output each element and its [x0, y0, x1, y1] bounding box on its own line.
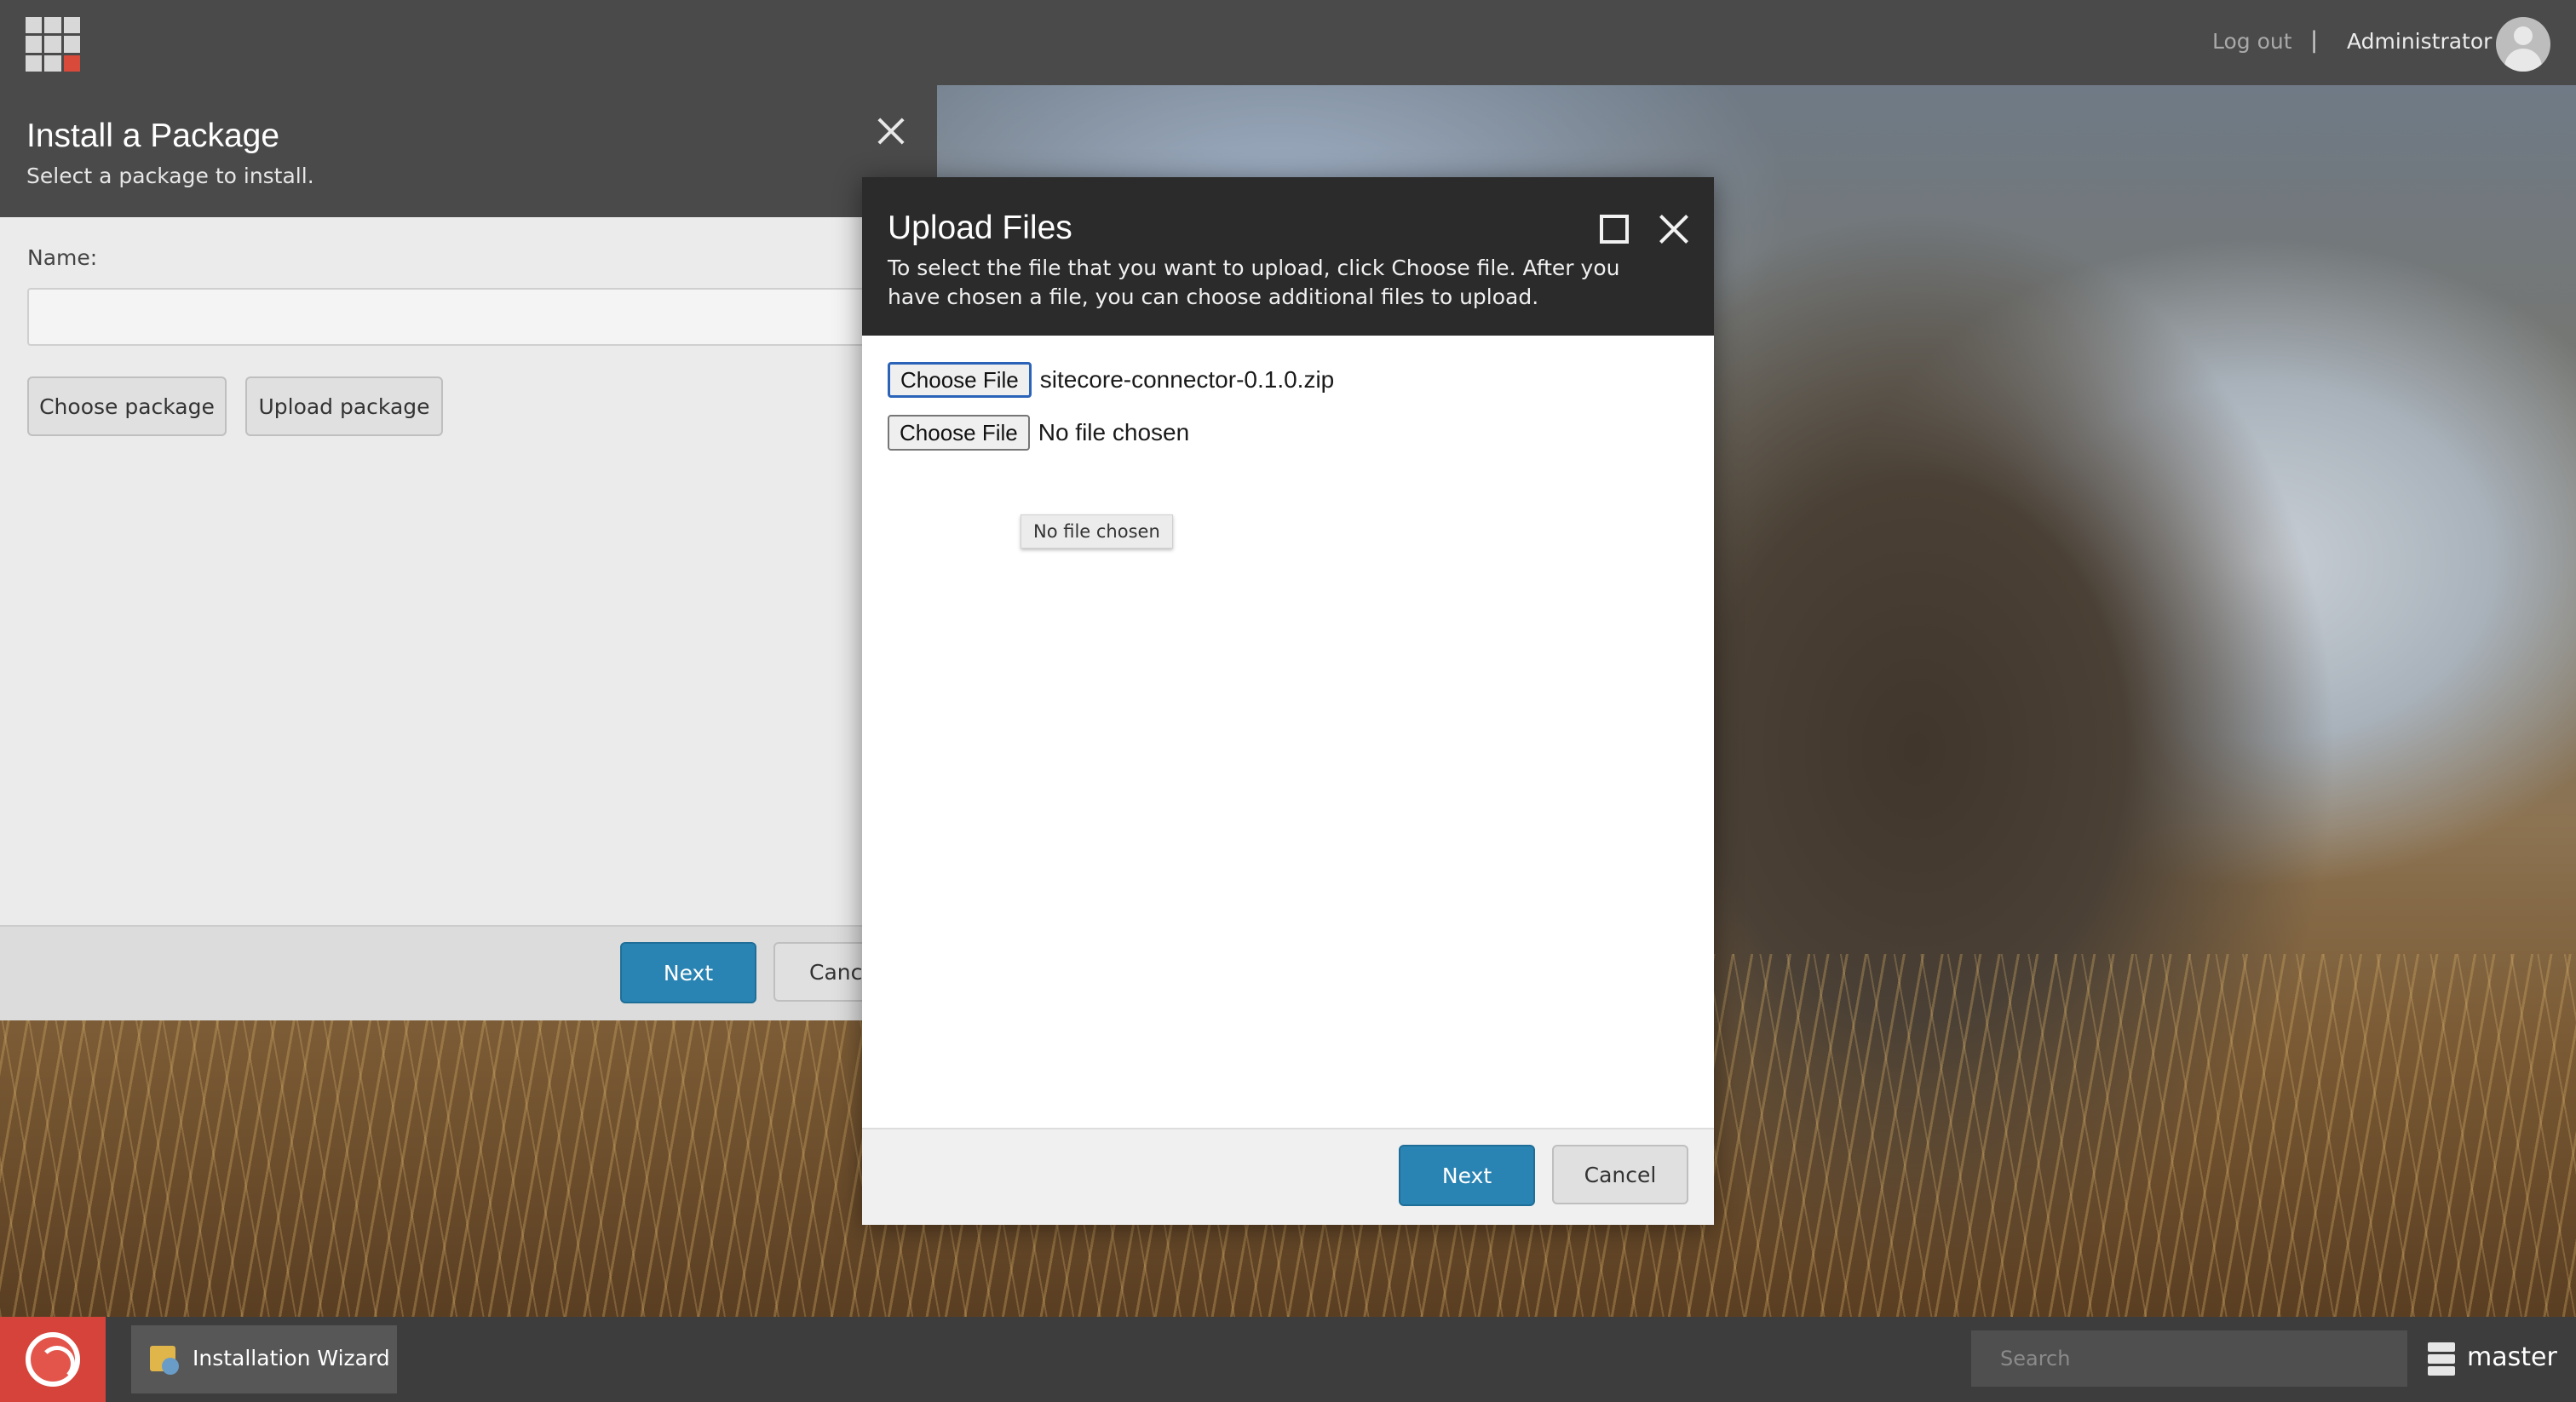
search-input[interactable]: Search — [1971, 1330, 2407, 1387]
top-bar: Log out | Administrator — [0, 0, 2576, 85]
taskbar: Installation Wizard Search master — [0, 1317, 2576, 1402]
upload-dialog-title: Upload Files — [888, 210, 1072, 246]
logout-link[interactable]: Log out — [2212, 29, 2292, 54]
upload-files-dialog: Upload Files To select the file that you… — [862, 177, 1714, 1225]
choose-file-button[interactable]: Choose File — [888, 362, 1032, 398]
install-dialog-header: Install a Package Select a package to in… — [0, 85, 937, 217]
install-dialog-title: Install a Package — [26, 118, 280, 154]
upload-dialog-description: To select the file that you want to uplo… — [888, 256, 1620, 309]
topbar-separator: | — [2310, 27, 2319, 54]
name-label: Name: — [27, 245, 98, 270]
sitecore-logo-icon — [26, 1332, 80, 1387]
chosen-file-name: sitecore-connector-0.1.0.zip — [1039, 366, 1335, 393]
install-next-button[interactable]: Next — [620, 942, 756, 1003]
upload-dialog-header: Upload Files To select the file that you… — [862, 177, 1714, 336]
file-input-row: Choose File No file chosen — [888, 414, 1189, 451]
chosen-file-name: No file chosen — [1038, 419, 1190, 445]
avatar[interactable] — [2496, 17, 2550, 72]
choose-package-button[interactable]: Choose package — [27, 376, 227, 436]
upload-next-button[interactable]: Next — [1399, 1145, 1535, 1206]
start-button[interactable] — [0, 1317, 106, 1402]
database-label[interactable]: master — [2467, 1342, 2557, 1372]
upload-package-button[interactable]: Upload package — [245, 376, 443, 436]
taskbar-item-installation-wizard[interactable]: Installation Wizard — [131, 1325, 397, 1393]
file-tooltip: No file chosen — [1021, 514, 1173, 549]
install-package-dialog: Install a Package Select a package to in… — [0, 85, 937, 1020]
file-input-row: Choose File sitecore-connector-0.1.0.zip — [888, 361, 1334, 399]
user-name[interactable]: Administrator — [2347, 29, 2492, 54]
close-icon[interactable] — [872, 112, 910, 150]
maximize-icon[interactable] — [1600, 215, 1629, 244]
install-dialog-footer: Next Cance — [0, 925, 937, 1020]
upload-dialog-footer: Next Cancel — [862, 1128, 1714, 1225]
taskbar-item-label: Installation Wizard — [193, 1346, 390, 1370]
upload-cancel-button[interactable]: Cancel — [1552, 1145, 1688, 1204]
app-launcher-grid-icon[interactable] — [26, 17, 80, 72]
close-icon[interactable] — [1654, 210, 1693, 249]
database-icon[interactable] — [2428, 1342, 2455, 1376]
choose-file-button[interactable]: Choose File — [888, 415, 1030, 451]
package-name-input[interactable] — [27, 288, 937, 346]
package-icon — [150, 1346, 179, 1375]
install-dialog-subtitle: Select a package to install. — [26, 164, 314, 188]
